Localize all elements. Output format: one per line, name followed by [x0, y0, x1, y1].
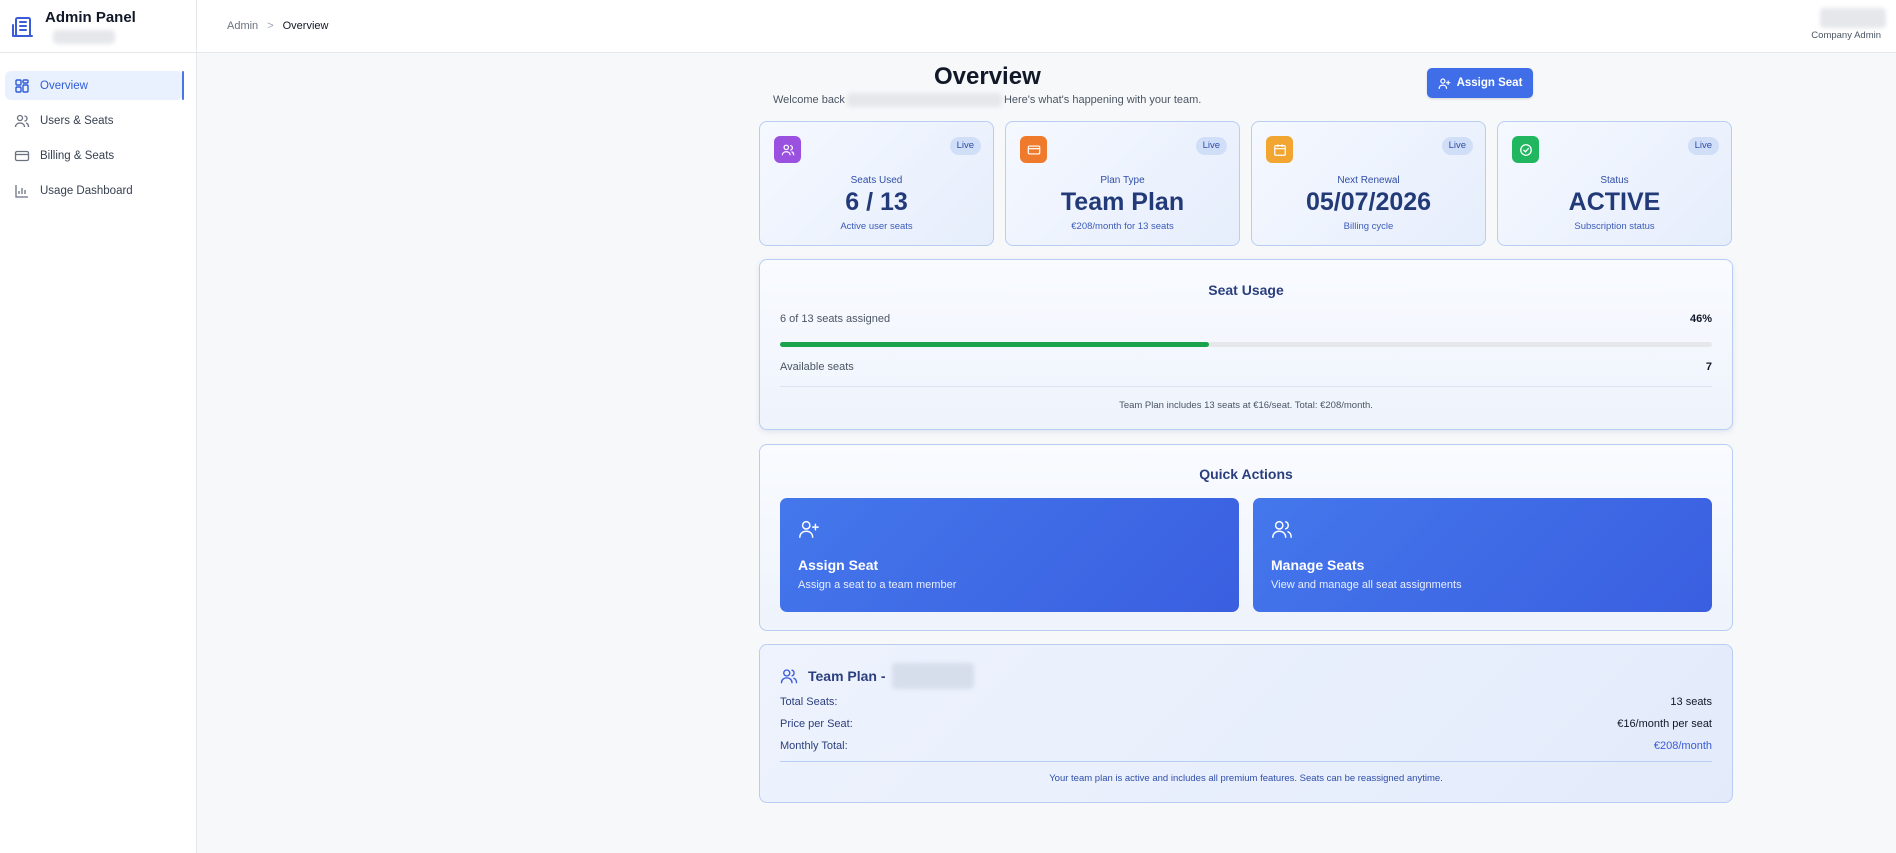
action-desc: View and manage all seat assignments	[1271, 579, 1462, 591]
plan-row-price-per-seat: Price per Seat: €16/month per seat	[780, 718, 1712, 730]
available-seats-value: 7	[1705, 361, 1712, 373]
sidebar-item-usage-dashboard[interactable]: Usage Dashboard	[5, 176, 183, 205]
seat-usage-percent: 46%	[1689, 313, 1712, 325]
seat-usage-row: 6 of 13 seats assigned 46%	[780, 313, 1712, 325]
brand: Admin Panel	[0, 0, 196, 53]
sidebar-nav: Overview Users & Seats Billing & Seats U…	[0, 53, 196, 205]
stat-sub: €208/month for 13 seats	[1071, 221, 1174, 232]
sidebar: Admin Panel Overview Users & Seats Billi…	[0, 0, 197, 853]
seats-assigned-text: 6 of 13 seats assigned	[780, 313, 891, 325]
plan-row-total-seats: Total Seats: 13 seats	[780, 696, 1712, 708]
stat-card-plan-type: Live Plan Type Team Plan €208/month for …	[1005, 121, 1240, 246]
action-title: Manage Seats	[1271, 557, 1365, 573]
sidebar-item-label: Overview	[40, 79, 88, 92]
seat-usage-progress	[780, 342, 1712, 347]
users-icon	[14, 113, 30, 129]
sidebar-item-label: Usage Dashboard	[40, 184, 133, 197]
user-plus-icon	[799, 520, 819, 538]
plan-row-key: Price per Seat:	[780, 718, 853, 730]
check-circle-icon	[1512, 136, 1539, 163]
seat-usage-title: Seat Usage	[1208, 282, 1284, 298]
assign-seat-label: Assign Seat	[1456, 77, 1523, 89]
plan-row-monthly-total: Monthly Total: €208/month	[780, 740, 1712, 752]
sidebar-item-label: Users & Seats	[40, 114, 114, 127]
seat-usage-progress-fill	[780, 342, 1209, 347]
stat-value: ACTIVE	[1568, 188, 1661, 216]
stat-label: Status	[1600, 175, 1629, 186]
plan-row-value: €208/month	[1653, 740, 1712, 752]
plan-row-value: 13 seats	[1670, 696, 1712, 708]
building-icon	[12, 17, 33, 37]
user-role: Company Admin	[1811, 30, 1881, 41]
sidebar-item-billing-seats[interactable]: Billing & Seats	[5, 141, 183, 170]
org-name-redacted	[891, 663, 974, 689]
grid-icon	[14, 78, 30, 94]
calendar-icon	[1266, 136, 1293, 163]
user-name-redacted	[846, 93, 1002, 107]
live-badge: Live	[949, 137, 981, 155]
page-title: Overview	[934, 63, 1041, 90]
stat-value: 6 / 13	[845, 188, 908, 216]
credit-card-icon	[14, 148, 30, 164]
available-seats-row: Available seats 7	[780, 361, 1712, 373]
plan-row-key: Total Seats:	[780, 696, 838, 708]
divider	[780, 761, 1712, 762]
stat-sub: Subscription status	[1574, 221, 1655, 232]
welcome-text: Welcome back Here's what's happening wit…	[773, 93, 1201, 107]
available-seats-label: Available seats	[780, 361, 854, 373]
live-badge: Live	[1687, 137, 1719, 155]
credit-card-icon	[1020, 136, 1047, 163]
seat-usage-panel: Seat Usage 6 of 13 seats assigned 46% Av…	[759, 259, 1733, 430]
stat-value: 05/07/2026	[1305, 188, 1432, 216]
stat-sub: Active user seats	[840, 221, 913, 232]
plan-row-key: Monthly Total:	[780, 740, 848, 752]
user-name-redacted[interactable]	[1820, 8, 1886, 28]
stat-card-next-renewal: Live Next Renewal 05/07/2026 Billing cyc…	[1251, 121, 1486, 246]
stat-label: Seats Used	[850, 175, 903, 186]
assign-seat-button[interactable]: Assign Seat	[1427, 68, 1533, 98]
plan-row-value: €16/month per seat	[1617, 718, 1712, 730]
live-badge: Live	[1441, 137, 1473, 155]
breadcrumb-current: Overview	[282, 20, 329, 32]
stat-label: Plan Type	[1100, 175, 1145, 186]
sidebar-item-overview[interactable]: Overview	[5, 71, 184, 100]
welcome-suffix: Here's what's happening with your team.	[1003, 94, 1202, 106]
action-desc: Assign a seat to a team member	[798, 579, 957, 591]
quick-actions-title: Quick Actions	[1199, 466, 1293, 482]
org-name-redacted	[53, 30, 115, 44]
sidebar-item-label: Billing & Seats	[40, 149, 115, 162]
chevron-right-icon: >	[267, 20, 274, 32]
breadcrumb-root[interactable]: Admin	[227, 20, 258, 32]
team-plan-title: Team Plan -	[808, 668, 886, 684]
live-badge: Live	[1195, 137, 1227, 155]
bar-chart-icon	[14, 183, 30, 199]
sidebar-item-users-seats[interactable]: Users & Seats	[5, 106, 183, 135]
user-plus-icon	[1438, 77, 1450, 89]
action-title: Assign Seat	[798, 557, 879, 573]
stat-label: Next Renewal	[1337, 175, 1400, 186]
stat-sub: Billing cycle	[1343, 221, 1394, 232]
topbar: Admin > Overview Company Admin	[197, 0, 1896, 53]
main-content: Overview Welcome back Here's what's happ…	[197, 54, 1896, 853]
divider	[780, 386, 1712, 387]
breadcrumb: Admin > Overview	[227, 20, 328, 32]
stat-card-status: Live Status ACTIVE Subscription status	[1497, 121, 1732, 246]
team-plan-header: Team Plan -	[780, 663, 974, 689]
users-icon	[1272, 520, 1292, 538]
seat-usage-note: Team Plan includes 13 seats at €16/seat.…	[1119, 400, 1373, 411]
app-title: Admin Panel	[45, 9, 136, 26]
welcome-prefix: Welcome back	[773, 94, 845, 106]
assign-seat-action[interactable]: Assign Seat Assign a seat to a team memb…	[780, 498, 1239, 612]
quick-actions-panel: Quick Actions Assign Seat Assign a seat …	[759, 444, 1733, 631]
team-plan-panel: Team Plan - Total Seats: 13 seats Price …	[759, 644, 1733, 803]
users-icon	[774, 136, 801, 163]
team-plan-note: Your team plan is active and includes al…	[1049, 773, 1443, 784]
users-icon	[780, 669, 798, 684]
stat-value: Team Plan	[1060, 188, 1185, 216]
manage-seats-action[interactable]: Manage Seats View and manage all seat as…	[1253, 498, 1712, 612]
stat-card-seats-used: Live Seats Used 6 / 13 Active user seats	[759, 121, 994, 246]
